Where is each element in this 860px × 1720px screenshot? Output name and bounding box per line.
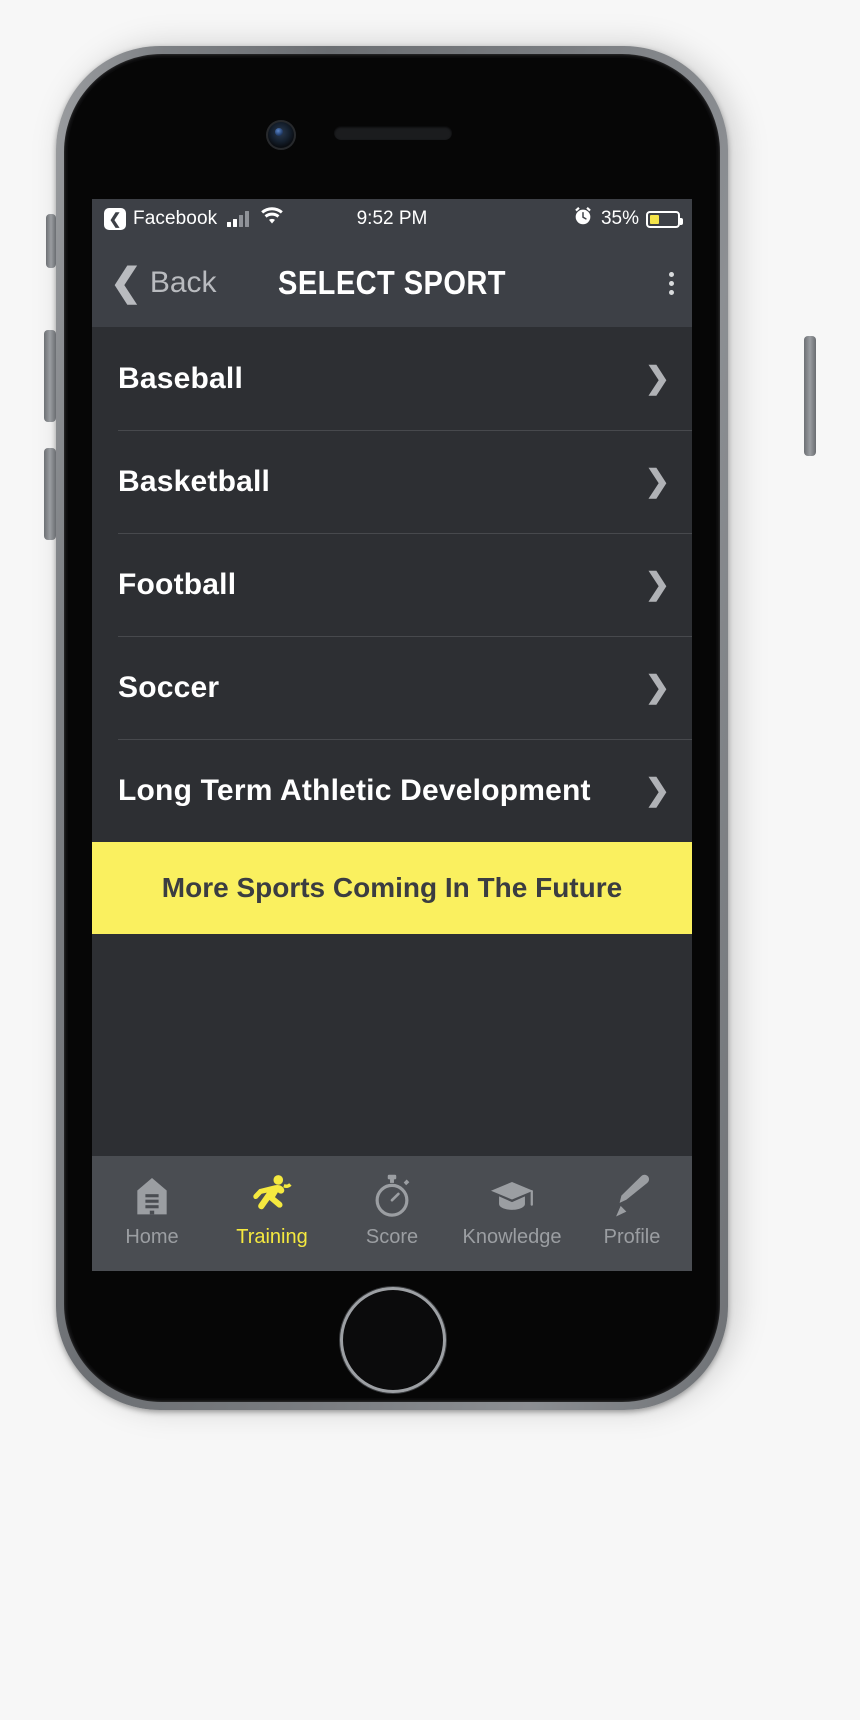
- power-button[interactable]: [804, 336, 816, 456]
- tab-training[interactable]: Training: [212, 1170, 332, 1249]
- sport-list-item-label: Football: [118, 567, 237, 601]
- screenshot-root: ❮ Facebook 9:52 PM 35% ❮ Back SELECT SPO…: [0, 0, 860, 1720]
- tab-knowledge[interactable]: Knowledge: [452, 1170, 572, 1249]
- chevron-right-icon: ❯: [644, 567, 670, 601]
- chevron-right-icon: ❯: [644, 464, 670, 498]
- sport-list-item-label: Soccer: [118, 670, 220, 704]
- back-to-app-label[interactable]: Facebook: [133, 208, 217, 230]
- tab-label: Training: [236, 1226, 308, 1248]
- back-button-label: Back: [149, 266, 217, 299]
- chevron-right-icon: ❯: [644, 361, 670, 395]
- status-bar-right: 35%: [572, 205, 683, 233]
- alarm-clock-icon: [572, 205, 594, 233]
- volume-up-button[interactable]: [44, 330, 56, 422]
- sport-list-item[interactable]: Baseball ❯: [92, 327, 692, 430]
- bottom-tab-bar: Home Training Score Knowledge Profile: [92, 1156, 692, 1271]
- battery-percent-label: 35%: [600, 208, 639, 229]
- status-bar-left: ❮ Facebook: [104, 207, 284, 231]
- home-icon: [130, 1170, 174, 1222]
- kebab-menu-icon[interactable]: [669, 271, 674, 295]
- running-athlete-icon: [249, 1170, 295, 1222]
- mute-switch[interactable]: [46, 214, 56, 268]
- earpiece-speaker: [334, 126, 452, 140]
- tab-label: Profile: [603, 1226, 661, 1248]
- cellular-signal-icon: [227, 211, 250, 227]
- home-button[interactable]: [340, 1287, 446, 1393]
- sport-list-item-label: Basketball: [118, 464, 271, 498]
- wifi-icon: [260, 207, 284, 231]
- battery-icon: [646, 210, 683, 228]
- sport-list-item[interactable]: Soccer ❯: [92, 636, 692, 739]
- volume-down-button[interactable]: [44, 448, 56, 540]
- front-camera-icon: [266, 120, 296, 150]
- tab-label: Knowledge: [462, 1226, 562, 1248]
- tab-home[interactable]: Home: [92, 1170, 212, 1249]
- sport-list-item[interactable]: Football ❯: [92, 533, 692, 636]
- more-sports-banner-label: More Sports Coming In The Future: [161, 872, 623, 903]
- graduation-cap-icon: [489, 1170, 535, 1222]
- content-spacer: [92, 934, 692, 1156]
- back-to-app-icon[interactable]: ❮: [104, 208, 126, 230]
- tab-label: Home: [125, 1226, 179, 1248]
- pencil-icon: [611, 1170, 653, 1222]
- more-sports-banner[interactable]: More Sports Coming In The Future: [92, 842, 692, 934]
- sport-list-item-label: Long Term Athletic Development: [118, 773, 591, 807]
- back-chevron-icon: ❮: [110, 262, 142, 304]
- phone-screen: ❮ Facebook 9:52 PM 35% ❮ Back SELECT SPO…: [92, 199, 692, 1271]
- chevron-right-icon: ❯: [644, 670, 670, 704]
- tab-label: Score: [365, 1226, 419, 1248]
- tab-score[interactable]: Score: [332, 1170, 452, 1249]
- sport-list-item[interactable]: Basketball ❯: [92, 430, 692, 533]
- status-bar: ❮ Facebook 9:52 PM 35%: [92, 199, 692, 239]
- tab-profile[interactable]: Profile: [572, 1170, 692, 1249]
- chevron-right-icon: ❯: [644, 773, 670, 807]
- sports-list: Baseball ❯ Basketball ❯ Football ❯ Soccer ❯ Long…: [92, 327, 692, 842]
- sport-list-item[interactable]: Long Term Athletic Development ❯: [92, 739, 692, 842]
- navigation-bar: ❮ Back SELECT SPORT: [92, 239, 692, 327]
- sport-list-item-label: Baseball: [118, 361, 243, 395]
- stopwatch-icon: [370, 1170, 414, 1222]
- back-button[interactable]: ❮ Back: [110, 264, 217, 302]
